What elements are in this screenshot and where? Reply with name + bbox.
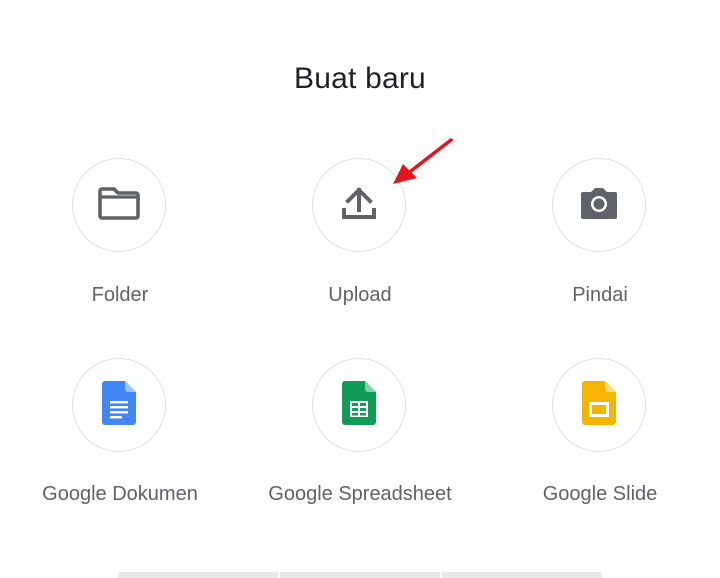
google-slides-button[interactable] bbox=[552, 358, 646, 452]
action-grid: Folder Upload Pindai Google Dokumen Goog… bbox=[0, 0, 720, 578]
bottom-bar-segment bbox=[280, 572, 440, 578]
google-docs-action[interactable]: Google Dokumen bbox=[0, 0, 240, 505]
folder-label: Folder bbox=[91, 284, 149, 306]
google-slides-icon bbox=[582, 380, 616, 430]
upload-label: Upload bbox=[328, 284, 392, 306]
google-sheets-icon bbox=[342, 380, 376, 430]
google-sheets-label: Google Spreadsheet bbox=[268, 483, 452, 505]
camera-icon bbox=[579, 185, 619, 226]
bottom-bar-segment bbox=[442, 572, 602, 578]
scan-label: Pindai bbox=[572, 284, 628, 306]
upload-icon bbox=[341, 186, 377, 225]
google-slides-label: Google Slide bbox=[542, 483, 658, 505]
folder-icon bbox=[98, 186, 140, 225]
google-slides-action[interactable]: Google Slide bbox=[480, 0, 720, 505]
google-docs-icon bbox=[102, 380, 136, 430]
google-sheets-action[interactable]: Google Spreadsheet bbox=[240, 0, 480, 505]
bottom-bar-segment bbox=[118, 572, 278, 578]
create-new-sheet: Buat baru Folder Upload Pindai Google Do… bbox=[0, 0, 720, 578]
google-docs-button[interactable] bbox=[72, 358, 166, 452]
google-docs-label: Google Dokumen bbox=[42, 483, 198, 505]
bottom-navigation-bar bbox=[118, 572, 602, 578]
google-sheets-button[interactable] bbox=[312, 358, 406, 452]
